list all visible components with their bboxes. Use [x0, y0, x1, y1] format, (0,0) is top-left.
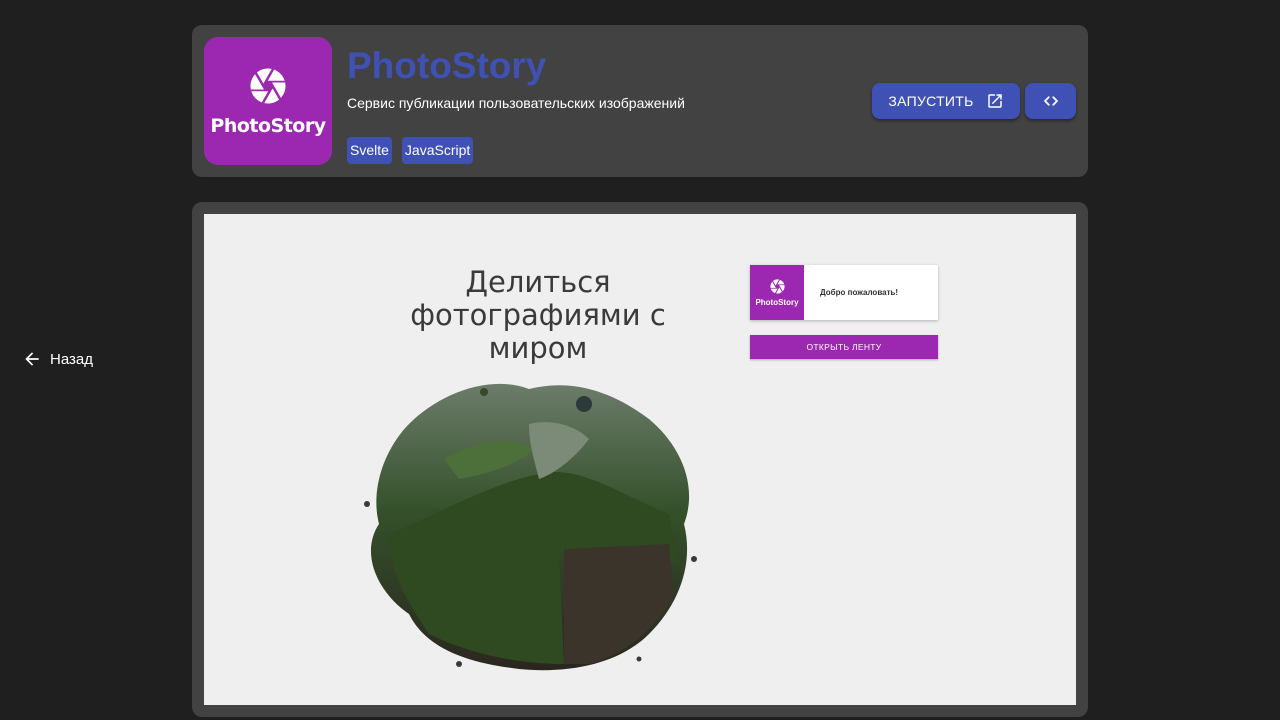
open-in-new-icon [987, 94, 1002, 108]
open-feed-button: ОТКРЫТЬ ЛЕНТУ [750, 335, 938, 359]
logo-text: PhotoStory [210, 115, 326, 137]
welcome-logo-text: PhotoStory [755, 298, 799, 307]
launch-button[interactable]: ЗАПУСТИТЬ [872, 83, 1020, 119]
landscape-image [364, 383, 697, 671]
code-brackets-icon [1043, 96, 1058, 106]
back-label: Назад [50, 350, 93, 368]
preview-card: Делиться фотографиями с миром PhotoStory… [192, 202, 1088, 717]
launch-label: ЗАПУСТИТЬ [888, 93, 974, 109]
camera-aperture-icon [769, 279, 785, 294]
tag-svelte: Svelte [347, 137, 392, 164]
app-screenshot: Делиться фотографиями с миром PhotoStory… [204, 214, 1076, 705]
camera-aperture-icon [250, 68, 286, 104]
project-header-card: PhotoStory PhotoStory Сервис публикации … [192, 25, 1088, 177]
project-logo: PhotoStory [204, 37, 332, 165]
welcome-logo: PhotoStory [750, 265, 804, 320]
tag-javascript: JavaScript [401, 137, 474, 164]
welcome-text: Добро пожаловать! [820, 288, 899, 297]
back-link[interactable]: Назад [22, 349, 93, 369]
arrow-left-icon [25, 352, 39, 366]
welcome-card: PhotoStory Добро пожаловать! [750, 265, 938, 320]
source-code-button[interactable] [1025, 83, 1076, 119]
project-subtitle: Сервис публикации пользовательских изобр… [347, 95, 685, 111]
hero-title: Делиться фотографиями с миром [410, 265, 666, 365]
tech-tags: Svelte JavaScript [347, 137, 474, 164]
project-title: PhotoStory [347, 45, 547, 86]
